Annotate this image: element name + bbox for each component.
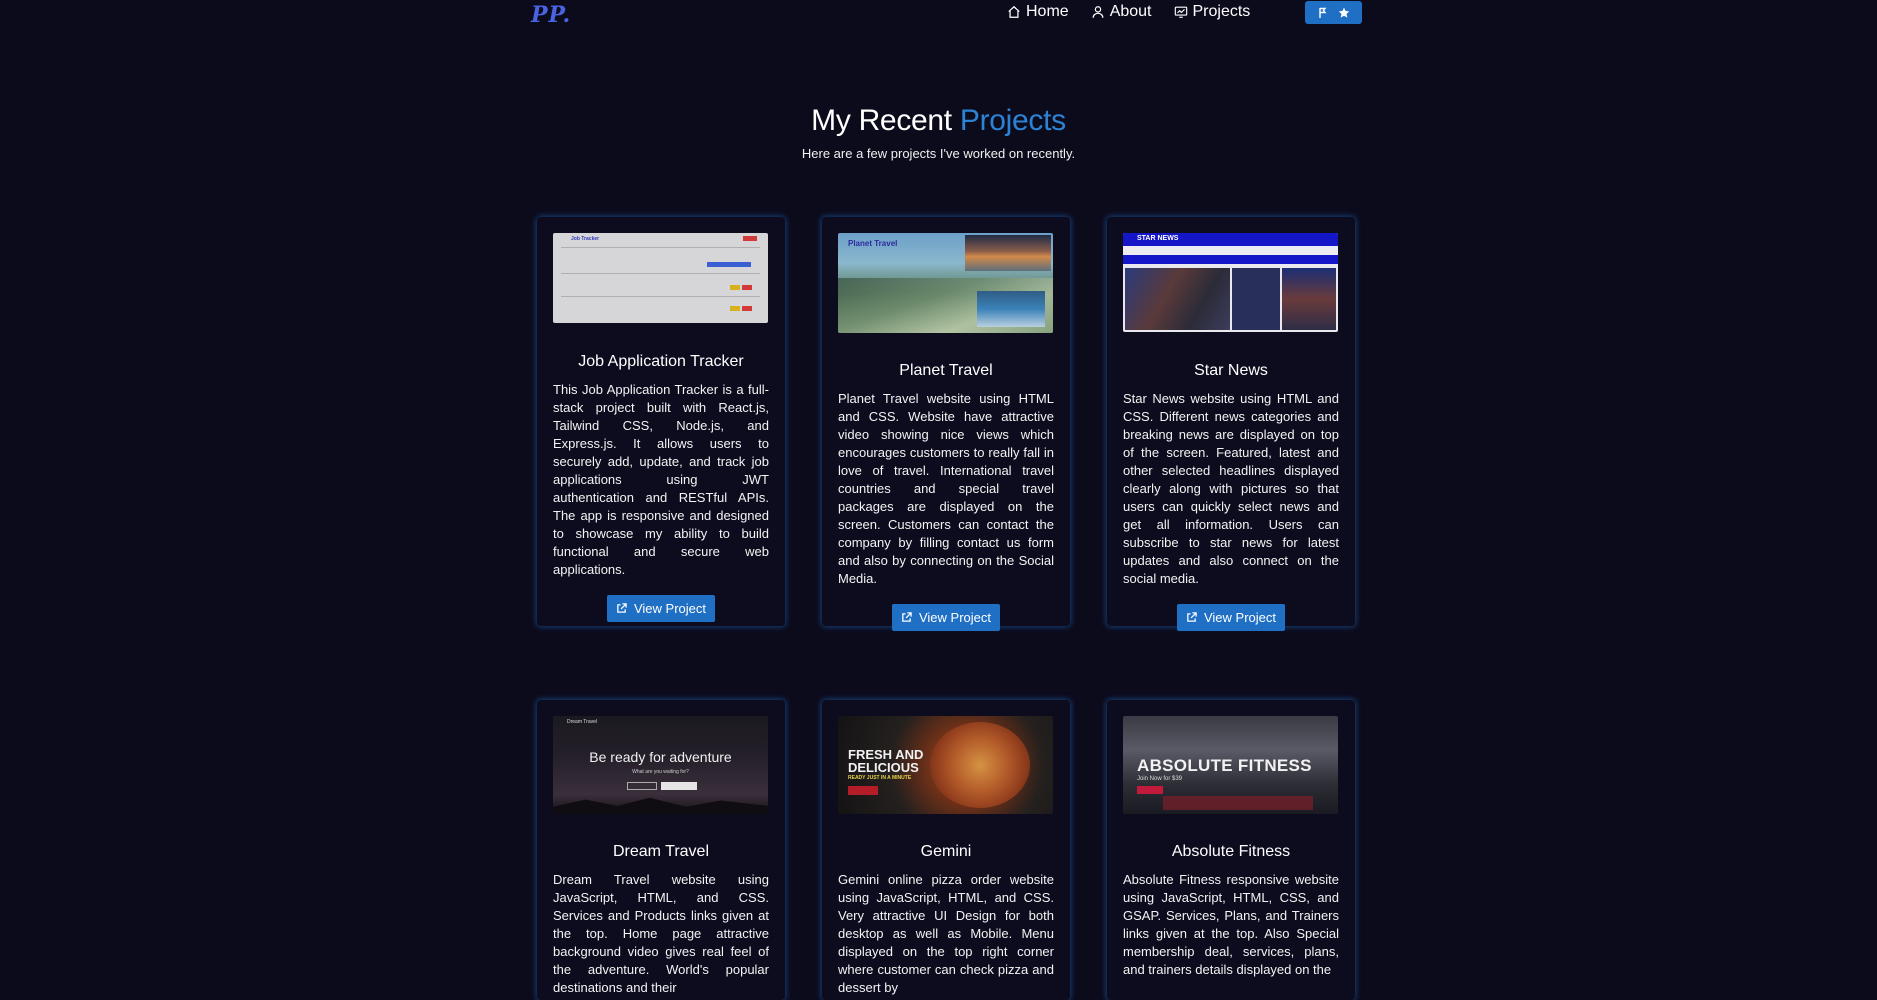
- project-title: Absolute Fitness: [1171, 843, 1291, 860]
- external-link-icon: [617, 603, 627, 613]
- user-icon: [1092, 6, 1104, 18]
- thumb-label: Planet Travel: [848, 239, 898, 248]
- project-thumbnail: Dream Travel Be ready for adventure What…: [553, 716, 768, 814]
- projects-icon: [1174, 6, 1187, 18]
- nav-link-label: Projects: [1192, 3, 1251, 20]
- project-thumbnail: FRESH AND DELICIOUS READY JUST IN A MINU…: [838, 716, 1053, 814]
- button-label: View Project: [1203, 610, 1276, 625]
- project-description: Star News website using HTML and CSS. Di…: [1123, 391, 1339, 586]
- thumb-label: ABSOLUTE FITNESS: [1137, 756, 1312, 775]
- project-thumbnail: Planet Travel: [838, 233, 1053, 333]
- nav-link-projects[interactable]: Projects: [1174, 3, 1251, 21]
- nav-link-about[interactable]: About: [1091, 3, 1152, 21]
- project-thumbnail: Job Tracker: [553, 233, 768, 323]
- title-accent: Projects: [959, 104, 1066, 137]
- button-label: View Project: [918, 610, 991, 625]
- external-link-icon: [902, 612, 912, 622]
- thumb-sublabel: READY JUST IN A MINUTE: [848, 775, 912, 781]
- project-description: Dream Travel website using JavaScript, H…: [553, 872, 769, 995]
- button-label: View Project: [633, 601, 706, 616]
- project-card-dream-travel: Dream Travel Be ready for adventure What…: [537, 700, 785, 1000]
- thumb-label: Be ready for adventure: [589, 749, 732, 765]
- project-thumbnail: ABSOLUTE FITNESS Join Now for $39: [1123, 716, 1338, 814]
- project-card-star-news: STAR NEWS Star News Star News website us…: [1107, 217, 1355, 631]
- thumb-label: STAR NEWS: [1137, 235, 1179, 242]
- thumb-sublabel: Join Now for $39: [1137, 776, 1183, 782]
- thumb-label: Job Tracker: [571, 236, 600, 242]
- navbar: PP. Home About Projects: [0, 0, 1877, 30]
- title-prefix: My Recent: [811, 104, 960, 137]
- nav-link-home[interactable]: Home: [1007, 3, 1069, 21]
- home-icon: [1008, 5, 1020, 18]
- thumb-brand: Dream Travel: [567, 719, 598, 725]
- project-title: Dream Travel: [612, 843, 710, 860]
- project-description: Planet Travel website using HTML and CSS…: [838, 391, 1054, 586]
- page-subtitle: Here are a few projects I've worked on r…: [801, 146, 1076, 161]
- project-description: Absolute Fitness responsive website usin…: [1123, 872, 1339, 977]
- thumb-sublabel: What are you waiting for?: [632, 769, 689, 775]
- project-title: Job Application Tracker: [578, 353, 744, 370]
- view-project-button[interactable]: View Project: [1177, 604, 1285, 631]
- page-title: My Recent Projects: [0, 104, 1877, 138]
- nav-link-label: Home: [1026, 3, 1069, 20]
- project-title: Gemini: [920, 843, 972, 860]
- view-project-button[interactable]: View Project: [607, 595, 715, 622]
- project-thumbnail: STAR NEWS: [1123, 233, 1338, 332]
- project-card-job-tracker: Job Tracker Job Application Tracker This…: [537, 217, 785, 626]
- thumb-label: FRESH AND DELICIOUS: [848, 747, 924, 775]
- projects-header: My Recent Projects Here are a few projec…: [0, 104, 1877, 161]
- pin-icon: [1319, 7, 1327, 18]
- project-description: Gemini online pizza order website using …: [838, 872, 1054, 995]
- nav-links: Home About Projects: [1007, 3, 1272, 21]
- project-title: Planet Travel: [899, 362, 993, 379]
- project-card-gemini: FRESH AND DELICIOUS READY JUST IN A MINU…: [822, 700, 1070, 1000]
- theme-toggle-button[interactable]: [1305, 1, 1362, 24]
- project-description: This Job Application Tracker is a full-s…: [553, 382, 769, 577]
- view-project-button[interactable]: View Project: [892, 604, 1000, 631]
- project-card-absolute-fitness: ABSOLUTE FITNESS Join Now for $39 Absolu…: [1107, 700, 1355, 1000]
- nav-link-label: About: [1109, 3, 1152, 20]
- external-link-icon: [1187, 612, 1197, 622]
- project-title: Star News: [1194, 362, 1268, 379]
- project-card-planet-travel: Planet Travel Planet Travel Planet Trave…: [822, 217, 1070, 631]
- site-logo[interactable]: PP.: [531, 2, 571, 28]
- star-icon: [1338, 7, 1350, 18]
